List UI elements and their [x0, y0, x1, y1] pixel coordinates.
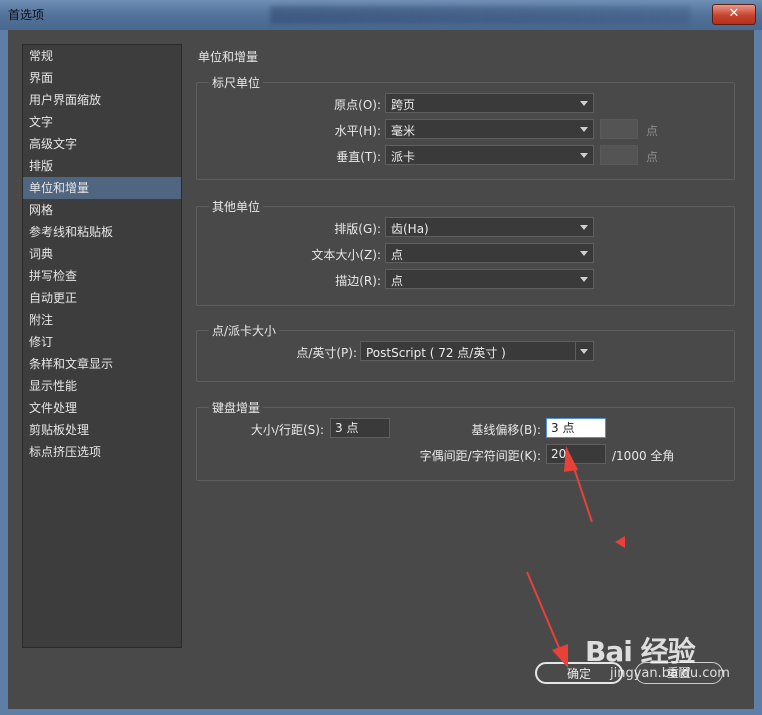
kerning-unit: /1000 全角 [612, 449, 675, 463]
kerning-label: 字偶间距/字符间距(K): [419, 449, 541, 463]
origin-label: 原点(O): [334, 98, 381, 112]
preferences-sidebar: 常规 界面 用户界面缩放 文字 高级文字 排版 单位和增量 网格 参考线和粘贴板… [22, 44, 182, 648]
composition-value: 齿(Ha) [391, 222, 429, 236]
sidebar-item-mojikumi[interactable]: 标点挤压选项 [23, 441, 181, 463]
sidebar-item-file-handling[interactable]: 文件处理 [23, 397, 181, 419]
chevron-down-icon [580, 251, 588, 256]
sidebar-item-type[interactable]: 文字 [23, 111, 181, 133]
text-size-value: 点 [391, 248, 404, 262]
baseline-shift-input[interactable]: 3 点 [546, 418, 606, 438]
sidebar-item-ui-scaling[interactable]: 用户界面缩放 [23, 89, 181, 111]
chevron-down-icon [580, 127, 588, 132]
stroke-select[interactable]: 点 [385, 269, 594, 289]
blurred-background-toolbar [270, 6, 690, 24]
stroke-value: 点 [391, 274, 404, 288]
horizontal-custom-field [600, 119, 638, 139]
window-frame-right [754, 30, 762, 715]
sidebar-item-spelling[interactable]: 拼写检查 [23, 265, 181, 287]
origin-value: 跨页 [391, 98, 416, 112]
points-inch-value: PostScript ( 72 点/英寸 ) [366, 346, 506, 360]
sidebar-item-units-increments[interactable]: 单位和增量 [23, 177, 181, 199]
sidebar-item-advanced-type[interactable]: 高级文字 [23, 133, 181, 155]
text-size-select[interactable]: 点 [385, 243, 594, 263]
sidebar-item-guides-pasteboard[interactable]: 参考线和粘贴板 [23, 221, 181, 243]
ok-button[interactable]: 确定 [535, 662, 623, 684]
chevron-down-icon [580, 225, 588, 230]
reset-button[interactable]: 重置 [635, 662, 723, 684]
chevron-down-icon [580, 153, 588, 158]
size-leading-label: 大小/行距(S): [250, 423, 324, 437]
window-frame-left [0, 30, 8, 715]
points-inch-select[interactable]: PostScript ( 72 点/英寸 ) [360, 341, 594, 361]
page-title: 单位和增量 [198, 50, 259, 64]
sidebar-item-story-editor[interactable]: 条样和文章显示 [23, 353, 181, 375]
sidebar-item-track-changes[interactable]: 修订 [23, 331, 181, 353]
chevron-down-icon [575, 342, 593, 360]
window-titlebar: 首选项 ✕ [0, 0, 762, 31]
close-button[interactable]: ✕ [712, 4, 756, 25]
ruler-units-group: 标尺单位 原点(O): 跨页 水平(H): 毫米 点 垂直(T): 派卡 点 [196, 74, 735, 180]
baseline-shift-label: 基线偏移(B): [471, 423, 541, 437]
composition-label: 排版(G): [334, 222, 381, 236]
stroke-label: 描边(R): [335, 274, 381, 288]
other-units-group: 其他单位 排版(G): 齿(Ha) 文本大小(Z): 点 描边(R): 点 [196, 198, 735, 306]
dialog-body: 常规 界面 用户界面缩放 文字 高级文字 排版 单位和增量 网格 参考线和粘贴板… [8, 30, 754, 709]
horizontal-unit: 点 [646, 124, 659, 138]
horizontal-select[interactable]: 毫米 [385, 119, 594, 139]
window-frame-bottom [0, 709, 762, 715]
vertical-label: 垂直(T): [336, 150, 381, 164]
horizontal-value: 毫米 [391, 124, 416, 138]
keyboard-increments-group: 键盘增量 大小/行距(S): 3 点 基线偏移(B): 3 点 字偶间距/字符间… [196, 399, 735, 481]
composition-select[interactable]: 齿(Ha) [385, 217, 594, 237]
sidebar-item-notes[interactable]: 附注 [23, 309, 181, 331]
chevron-down-icon [580, 101, 588, 106]
chevron-down-icon [580, 277, 588, 282]
point-pica-group: 点/派卡大小 点/英寸(P): PostScript ( 72 点/英寸 ) [196, 322, 735, 382]
sidebar-item-composition[interactable]: 排版 [23, 155, 181, 177]
text-size-label: 文本大小(Z): [311, 248, 381, 262]
points-inch-label: 点/英寸(P): [296, 346, 357, 360]
group-title-ruler-units: 标尺单位 [209, 74, 264, 91]
group-title-other-units: 其他单位 [209, 198, 264, 215]
vertical-value: 派卡 [391, 150, 416, 164]
horizontal-label: 水平(H): [334, 124, 381, 138]
size-leading-input[interactable]: 3 点 [330, 418, 390, 438]
window-title: 首选项 [8, 8, 45, 22]
origin-select[interactable]: 跨页 [385, 93, 594, 113]
group-title-keyboard-increments: 键盘增量 [209, 399, 264, 416]
vertical-unit: 点 [646, 150, 659, 164]
sidebar-item-clipboard[interactable]: 剪贴板处理 [23, 419, 181, 441]
sidebar-item-dictionary[interactable]: 词典 [23, 243, 181, 265]
sidebar-item-grids[interactable]: 网格 [23, 199, 181, 221]
sidebar-item-autocorrect[interactable]: 自动更正 [23, 287, 181, 309]
kerning-input[interactable]: 20 [546, 444, 606, 464]
sidebar-item-display-performance[interactable]: 显示性能 [23, 375, 181, 397]
sidebar-item-interface[interactable]: 界面 [23, 67, 181, 89]
vertical-select[interactable]: 派卡 [385, 145, 594, 165]
group-title-point-pica: 点/派卡大小 [209, 322, 280, 339]
sidebar-item-general[interactable]: 常规 [23, 45, 181, 67]
vertical-custom-field [600, 145, 638, 165]
